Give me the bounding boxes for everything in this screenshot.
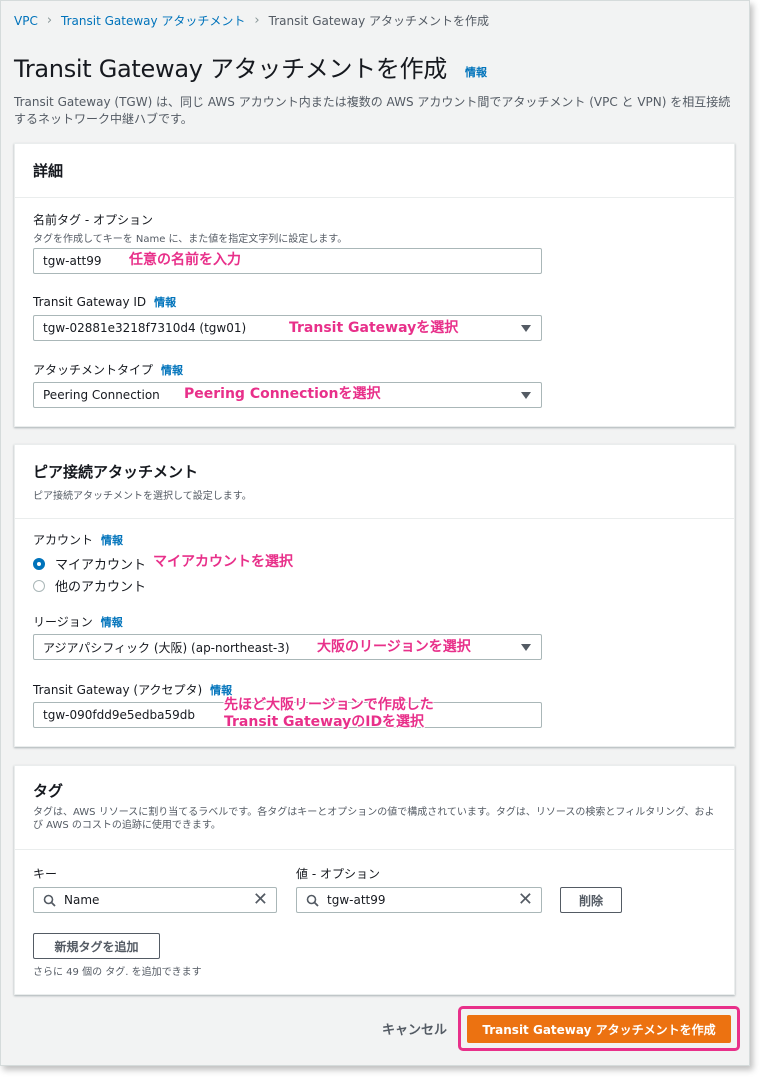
attach-type-value: Peering Connection [43, 388, 160, 402]
tag-value-value: tgw-att99 [327, 893, 386, 907]
remove-tag-button[interactable]: 削除 [560, 887, 622, 913]
cancel-button[interactable]: キャンセル [382, 1019, 447, 1038]
peering-subtitle: ピア接続アタッチメントを選択して設定します。 [33, 491, 252, 502]
account-radio-other[interactable]: 他のアカウント [33, 576, 146, 595]
tgw-id-label: Transit Gateway ID 情報 [33, 294, 176, 310]
page-frame: VPC › Transit Gateway アタッチメント › Transit … [0, 0, 750, 1066]
page-info-link[interactable]: 情報 [465, 64, 487, 80]
annotation-account: マイアカウントを選択 [153, 554, 293, 570]
breadcrumb-tgw-attachments[interactable]: Transit Gateway アタッチメント [61, 12, 245, 29]
region-label-text: リージョン [33, 615, 93, 629]
create-attachment-button[interactable]: Transit Gateway アタッチメントを作成 [467, 1015, 731, 1043]
create-highlight: Transit Gateway アタッチメントを作成 [458, 1006, 740, 1051]
annotation-acceptor-1: 先ほど大阪リージョンで作成した [224, 697, 434, 713]
acceptor-value: tgw-090fdd9e5edba59db [43, 708, 195, 722]
name-tag-input[interactable]: tgw-att99 [33, 248, 542, 274]
peering-card-header: ピア接続アタッチメント ピア接続アタッチメントを選択して設定します。 [15, 445, 734, 519]
caret-down-icon [521, 325, 531, 332]
name-tag-label: 名前タグ - オプション [33, 211, 153, 228]
tags-remaining: さらに 49 個の タグ. を追加できます [33, 967, 202, 978]
radio-unchecked-icon [33, 579, 45, 592]
acceptor-label-text: Transit Gateway (アクセプタ) [33, 683, 203, 697]
details-card-header: 詳細 [15, 144, 734, 198]
chevron-right-icon: › [46, 13, 53, 28]
region-info-link[interactable]: 情報 [101, 616, 123, 629]
chevron-right-icon: › [254, 13, 260, 28]
tgw-id-select[interactable]: tgw-02881e3218f7310d4 (tgw01) [33, 315, 542, 341]
radio-checked-icon [33, 557, 45, 570]
region-value: アジアパシフィック (大阪) (ap-northeast-3) [43, 640, 290, 655]
region-label: リージョン 情報 [33, 613, 123, 630]
annotation-tgw: Transit Gatewayを選択 [289, 320, 459, 336]
account-option-mine: マイアカウント [55, 558, 147, 573]
caret-down-icon [521, 392, 531, 399]
peering-card: ピア接続アタッチメント ピア接続アタッチメントを選択して設定します。 アカウント… [14, 444, 735, 747]
name-tag-value: tgw-att99 [43, 254, 102, 268]
name-tag-hint: タグを作成してキーを Name に、また値を指定文字列に設定します。 [33, 234, 348, 245]
annotation-region: 大阪のリージョンを選択 [317, 639, 471, 655]
clear-icon[interactable]: ✕ [518, 891, 533, 909]
tags-description: タグは、AWS リソースに割り当てるラベルです。各タグはキーとオプションの値で構… [33, 807, 715, 831]
breadcrumb-vpc[interactable]: VPC [14, 14, 38, 28]
add-tag-button[interactable]: 新規タグを追加 [33, 933, 160, 959]
annotation-acceptor-2: Transit GatewayのIDを選択 [224, 714, 425, 730]
details-card: 詳細 名前タグ - オプション タグを作成してキーを Name に、また値を指定… [14, 143, 735, 427]
tag-key-input[interactable]: Name ✕ [33, 887, 277, 913]
account-label-text: アカウント [33, 533, 94, 547]
peering-title: ピア接続アタッチメント [33, 463, 199, 481]
acceptor-info-link[interactable]: 情報 [210, 684, 232, 697]
tag-value-header: 値 - オプション [296, 867, 380, 881]
tag-key-value: Name [64, 893, 100, 907]
details-title: 詳細 [33, 162, 64, 180]
search-icon [297, 894, 327, 907]
clear-icon[interactable]: ✕ [253, 891, 268, 909]
tags-card: タグ タグは、AWS リソースに割り当てるラベルです。各タグはキーとオプションの… [14, 765, 735, 995]
annotation-peering: Peering Connectionを選択 [184, 386, 381, 402]
breadcrumb-current: Transit Gateway アタッチメントを作成 [268, 14, 490, 28]
account-info-link[interactable]: 情報 [101, 534, 123, 547]
tag-value-input[interactable]: tgw-att99 ✕ [296, 887, 542, 913]
tgw-id-info-link[interactable]: 情報 [154, 296, 176, 309]
tgw-id-value: tgw-02881e3218f7310d4 (tgw01) [43, 321, 247, 335]
breadcrumb: VPC › Transit Gateway アタッチメント › Transit … [14, 12, 489, 29]
page-description: Transit Gateway (TGW) は、同じ AWS アカウント内または… [14, 95, 731, 126]
account-radio-mine[interactable]: マイアカウント [33, 554, 146, 573]
attach-type-label-text: アタッチメントタイプ [33, 363, 154, 377]
name-tag-label-text: 名前タグ - オプション [33, 213, 153, 227]
attach-type-info-link[interactable]: 情報 [161, 364, 183, 377]
acceptor-label: Transit Gateway (アクセプタ) 情報 [33, 681, 232, 698]
tgw-id-label-text: Transit Gateway ID [33, 295, 147, 309]
tags-card-header: タグ タグは、AWS リソースに割り当てるラベルです。各タグはキーとオプションの… [15, 766, 734, 850]
annotation-name: 任意の名前を入力 [129, 252, 241, 268]
page-title: Transit Gateway アタッチメントを作成 [14, 55, 447, 83]
account-option-other: 他のアカウント [55, 580, 147, 595]
tags-title: タグ [33, 782, 64, 800]
caret-down-icon [521, 644, 531, 651]
tag-key-header: キー [33, 867, 58, 881]
search-icon [34, 894, 64, 907]
account-label: アカウント 情報 [33, 531, 123, 548]
attach-type-label: アタッチメントタイプ 情報 [33, 361, 183, 378]
